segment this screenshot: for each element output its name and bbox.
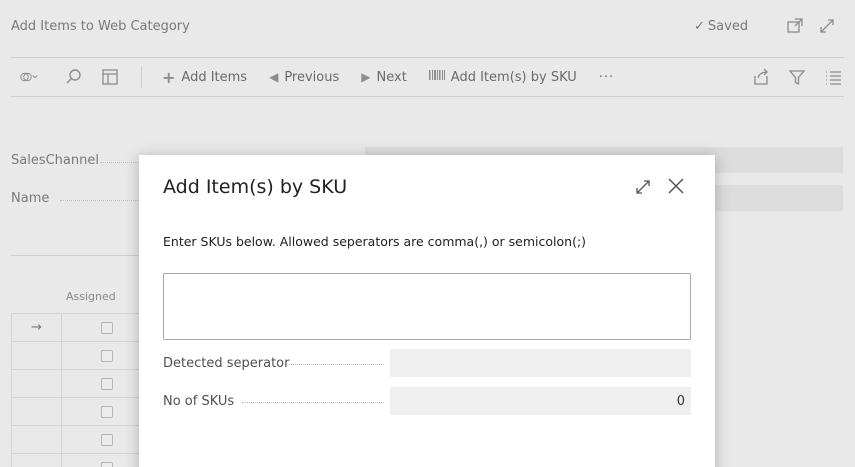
- previous-button[interactable]: ◀ Previous: [269, 70, 339, 85]
- checkmark-icon: ✓: [694, 19, 705, 34]
- name-label: Name: [11, 191, 50, 206]
- field-leader-dots: [289, 364, 384, 365]
- add-items-by-sku-button[interactable]: Add Item(s) by SKU: [428, 68, 577, 86]
- saved-label: Saved: [707, 19, 749, 34]
- add-items-by-sku-dialog: Add Item(s) by SKU Enter SKUs below. All…: [139, 155, 715, 467]
- action-toolbar: + Add Items ◀ Previous ▶ Next Add Item(s…: [11, 58, 844, 96]
- row-indicator-cell: [11, 454, 62, 467]
- assigned-cell: [62, 398, 151, 425]
- assigned-column-header[interactable]: Assigned: [66, 290, 116, 303]
- list-view-icon[interactable]: [822, 66, 844, 88]
- search-icon[interactable]: [63, 66, 85, 88]
- row-indicator-cell: [11, 426, 62, 453]
- sales-channel-label: SalesChannel: [11, 153, 99, 168]
- assigned-cell: [62, 370, 151, 397]
- more-actions-button[interactable]: ···: [599, 70, 614, 85]
- open-in-new-window-icon[interactable]: [785, 16, 805, 36]
- no-of-skus-field: 0: [390, 387, 691, 415]
- barcode-icon: [428, 68, 445, 86]
- field-leader-dots: [100, 162, 138, 163]
- no-of-skus-label: No of SKUs: [163, 394, 235, 409]
- saved-status: ✓ Saved: [694, 19, 748, 34]
- row-indicator-cell: [11, 398, 62, 425]
- table-row[interactable]: [11, 342, 151, 370]
- dialog-instructions: Enter SKUs below. Allowed seperators are…: [163, 234, 587, 249]
- table-row[interactable]: →: [11, 314, 151, 342]
- share-icon[interactable]: [750, 66, 772, 88]
- assigned-checkbox[interactable]: [100, 461, 113, 467]
- toolbar-divider: [141, 66, 142, 88]
- row-indicator-cell: [11, 370, 62, 397]
- table-row[interactable]: [11, 398, 151, 426]
- toolbar-divider-line: [11, 96, 844, 97]
- triangle-right-icon: ▶: [361, 70, 371, 84]
- assigned-checkbox[interactable]: [100, 321, 113, 334]
- close-icon[interactable]: [665, 175, 687, 197]
- next-button[interactable]: ▶ Next: [361, 70, 407, 85]
- assigned-cell: [62, 314, 151, 341]
- assigned-checkbox[interactable]: [100, 433, 113, 446]
- table-row[interactable]: [11, 454, 151, 467]
- detected-separator-label: Detected seperator: [163, 356, 290, 371]
- assigned-cell: [62, 426, 151, 453]
- detected-separator-field: [390, 349, 691, 377]
- filter-icon[interactable]: [786, 66, 808, 88]
- sku-input[interactable]: [163, 273, 691, 340]
- assigned-cell: [62, 342, 151, 369]
- section-divider: [11, 255, 139, 256]
- dialog-title: Add Item(s) by SKU: [163, 176, 348, 198]
- assigned-checkbox[interactable]: [100, 405, 113, 418]
- table-row[interactable]: [11, 426, 151, 454]
- field-leader-dots: [242, 402, 384, 403]
- views-icon[interactable]: [11, 66, 47, 88]
- row-indicator-arrow-icon: →: [11, 314, 62, 341]
- assigned-checkbox[interactable]: [100, 377, 113, 390]
- assigned-cell: [62, 454, 151, 467]
- triangle-left-icon: ◀: [269, 70, 279, 84]
- expand-icon[interactable]: [817, 16, 837, 36]
- plus-icon: +: [162, 67, 176, 87]
- row-indicator-cell: [11, 342, 62, 369]
- page-title: Add Items to Web Category: [11, 19, 190, 34]
- layout-icon[interactable]: [99, 66, 121, 88]
- table-row[interactable]: [11, 370, 151, 398]
- expand-dialog-icon[interactable]: [633, 177, 653, 197]
- lines-grid: →: [11, 313, 151, 467]
- assigned-checkbox[interactable]: [100, 349, 113, 362]
- add-items-button[interactable]: + Add Items: [162, 68, 247, 87]
- field-leader-dots: [60, 200, 138, 201]
